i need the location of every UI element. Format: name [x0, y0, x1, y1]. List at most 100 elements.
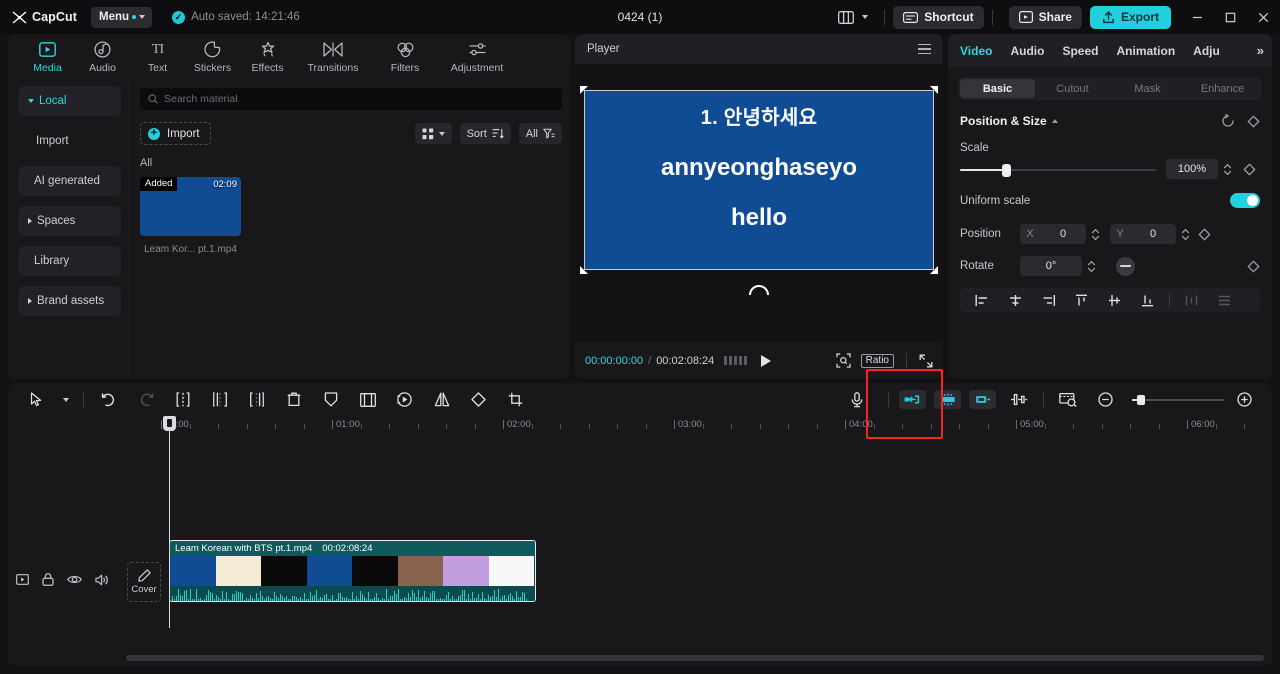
- align-center-vertical-icon[interactable]: [1098, 288, 1131, 312]
- trim-left-icon[interactable]: [201, 383, 238, 416]
- align-top-icon[interactable]: [1065, 288, 1098, 312]
- scale-stepper[interactable]: [1223, 163, 1232, 176]
- scale-keyframe-button[interactable]: [1243, 162, 1256, 176]
- tab-adjustment[interactable]: Adjustment: [439, 37, 515, 74]
- speed-icon[interactable]: [386, 383, 423, 416]
- align-left-icon[interactable]: [966, 288, 999, 312]
- maximize-button[interactable]: [1214, 0, 1247, 34]
- scale-slider[interactable]: [960, 163, 1156, 177]
- tab-video[interactable]: Video: [960, 44, 992, 58]
- align-bottom-icon[interactable]: [1131, 288, 1164, 312]
- sidebar-item-brand-assets[interactable]: Brand assets: [18, 286, 121, 316]
- chevron-double-right-icon[interactable]: »: [1257, 43, 1264, 58]
- zoom-fit-icon[interactable]: [836, 353, 851, 368]
- position-y-stepper[interactable]: [1181, 228, 1190, 241]
- keyframe-zoom-icon[interactable]: [1050, 383, 1087, 416]
- tab-audio[interactable]: Audio: [75, 37, 130, 74]
- auto-split-icon[interactable]: [934, 390, 961, 409]
- crop-icon[interactable]: [497, 383, 534, 416]
- cover-button[interactable]: Cover: [127, 562, 161, 602]
- eye-icon[interactable]: [67, 574, 82, 585]
- media-card[interactable]: Added 02:09 Leam Kor... pt.1.mp4: [140, 177, 241, 255]
- media-thumbnail[interactable]: Added 02:09: [140, 177, 241, 236]
- reset-icon[interactable]: [1221, 114, 1235, 128]
- sidebar-item-local[interactable]: Local: [18, 86, 121, 116]
- lock-icon[interactable]: [42, 573, 54, 586]
- timeline-ruler[interactable]: 00:00 01:00 02:00 03:00 04:00 05:00 06:00: [8, 416, 1272, 438]
- sidebar-item-library[interactable]: Library: [18, 246, 121, 276]
- zoom-out-icon[interactable]: [1087, 383, 1124, 416]
- rotate-handle-icon[interactable]: [748, 284, 770, 296]
- undo-icon[interactable]: [90, 383, 127, 416]
- segment-basic[interactable]: Basic: [960, 79, 1035, 98]
- timeline-horizontal-scrollbar[interactable]: [126, 655, 1264, 661]
- microphone-record-button[interactable]: [832, 383, 882, 416]
- position-keyframe-button[interactable]: [1198, 227, 1211, 241]
- tab-audio[interactable]: Audio: [1010, 44, 1044, 58]
- tab-speed[interactable]: Speed: [1062, 44, 1098, 58]
- tab-filters[interactable]: Filters: [371, 37, 439, 74]
- trim-right-icon[interactable]: [238, 383, 275, 416]
- tab-adjust[interactable]: Adju: [1193, 44, 1220, 58]
- tab-stickers[interactable]: Stickers: [185, 37, 240, 74]
- timeline-zoom-slider[interactable]: [1132, 394, 1224, 406]
- segment-cutout[interactable]: Cutout: [1035, 79, 1110, 98]
- mirror-icon[interactable]: [423, 383, 460, 416]
- delete-icon[interactable]: [275, 383, 312, 416]
- layout-button[interactable]: [830, 8, 876, 27]
- segment-mask[interactable]: Mask: [1110, 79, 1185, 98]
- tab-transitions[interactable]: Transitions: [295, 37, 371, 74]
- zoom-slider-handle[interactable]: [1137, 394, 1145, 405]
- rotate-icon[interactable]: [460, 383, 497, 416]
- tab-effects[interactable]: Effects: [240, 37, 295, 74]
- tab-animation[interactable]: Animation: [1116, 44, 1175, 58]
- minimize-button[interactable]: [1181, 0, 1214, 34]
- menu-button[interactable]: Menu: [91, 6, 153, 28]
- scale-value-input[interactable]: 100%: [1166, 159, 1218, 179]
- sort-button[interactable]: Sort: [459, 123, 511, 144]
- rotate-keyframe-button[interactable]: [1247, 259, 1260, 273]
- segment-enhance[interactable]: Enhance: [1185, 79, 1260, 98]
- zoom-in-icon[interactable]: [1232, 383, 1256, 416]
- tab-text[interactable]: TI Text: [130, 37, 185, 75]
- tab-media[interactable]: Media: [20, 37, 75, 74]
- ratio-button[interactable]: Ratio: [860, 353, 894, 368]
- slider-handle[interactable]: [1002, 164, 1011, 177]
- playhead[interactable]: [163, 416, 176, 628]
- ripple-delete-left-icon[interactable]: [899, 390, 926, 409]
- align-center-horizontal-icon[interactable]: [999, 288, 1032, 312]
- align-right-icon[interactable]: [1032, 288, 1065, 312]
- uniform-scale-toggle[interactable]: [1230, 193, 1260, 208]
- freeze-icon[interactable]: [312, 383, 349, 416]
- player-canvas[interactable]: 1. 안녕하세요 annyeonghaseyo hello: [584, 90, 934, 270]
- sidebar-item-import[interactable]: Import: [18, 126, 121, 156]
- playhead-handle[interactable]: [163, 416, 176, 431]
- timeline-clip[interactable]: Leam Korean with BTS pt.1.mp4 00:02:08:2…: [169, 540, 536, 602]
- import-button[interactable]: + Import: [140, 122, 211, 145]
- track-thumbnail-icon[interactable]: [16, 574, 29, 585]
- filter-button[interactable]: All: [518, 123, 562, 144]
- sidebar-item-ai-generated[interactable]: AI generated: [18, 166, 121, 196]
- select-tool-icon[interactable]: [18, 383, 55, 416]
- play-button[interactable]: [761, 354, 772, 367]
- rotate-value-input[interactable]: 0°: [1020, 256, 1082, 276]
- view-mode-button[interactable]: [414, 123, 452, 144]
- select-tool-dropdown[interactable]: [55, 383, 77, 416]
- ripple-delete-right-icon[interactable]: [969, 390, 996, 409]
- sidebar-item-spaces[interactable]: Spaces: [18, 206, 121, 236]
- close-button[interactable]: [1247, 0, 1280, 34]
- distribute-horizontal-icon[interactable]: [1175, 288, 1208, 312]
- volume-icon[interactable]: [95, 574, 109, 586]
- share-button[interactable]: Share: [1008, 5, 1082, 29]
- search-input[interactable]: Search material: [140, 88, 562, 110]
- rotate-stepper[interactable]: [1087, 260, 1096, 273]
- shortcut-button[interactable]: Shortcut: [893, 5, 984, 29]
- keyframe-button[interactable]: [1247, 114, 1260, 128]
- position-x-input[interactable]: X 0: [1020, 224, 1086, 244]
- crop-frame-icon[interactable]: [349, 383, 386, 416]
- export-button[interactable]: Export: [1089, 5, 1171, 29]
- position-x-stepper[interactable]: [1091, 228, 1100, 241]
- split-icon[interactable]: [164, 383, 201, 416]
- mixer-icon[interactable]: [1000, 383, 1037, 416]
- position-y-input[interactable]: Y 0: [1110, 224, 1176, 244]
